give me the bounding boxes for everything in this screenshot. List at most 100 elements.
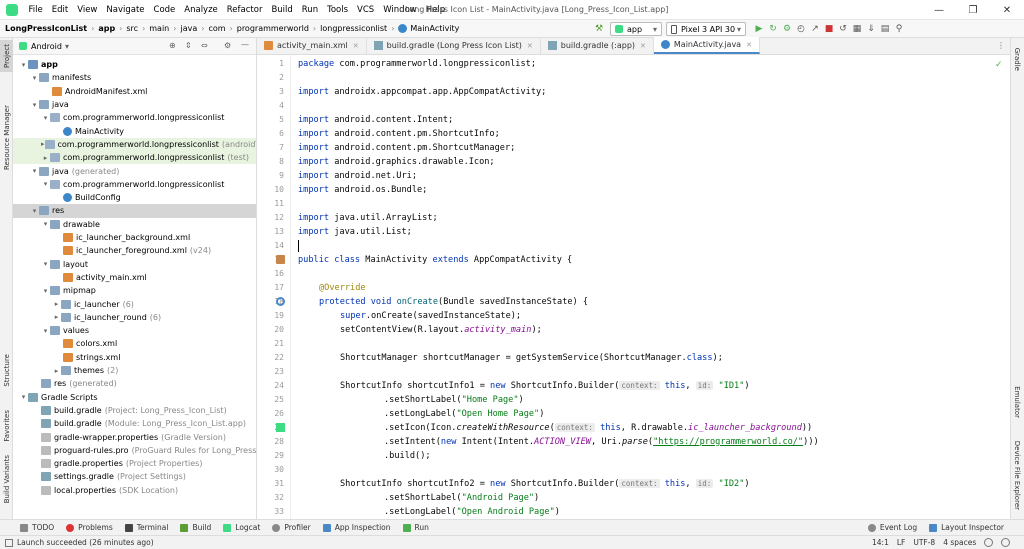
tree-item[interactable]: ▾ Gradle Scripts: [13, 391, 256, 404]
run-tool[interactable]: Run: [397, 523, 435, 532]
tree-item[interactable]: ▾ java: [13, 98, 256, 111]
lock-icon[interactable]: [984, 538, 994, 547]
inspector-face-icon[interactable]: [1001, 538, 1011, 547]
sync-icon[interactable]: ↺: [836, 22, 850, 36]
tree-item[interactable]: ▸ ic_launcher (6): [13, 297, 256, 310]
tree-item[interactable]: ▸ com.programmerworld.longpressiconlist (a…: [13, 137, 256, 152]
tree-item[interactable]: res (generated): [13, 377, 256, 390]
hammer-icon[interactable]: ⚒: [592, 22, 606, 36]
breadcrumb-mainactivity[interactable]: MainActivity: [395, 24, 462, 33]
color-swatch-icon[interactable]: [276, 423, 285, 432]
breadcrumb-programmerworld[interactable]: programmerworld: [234, 24, 312, 33]
debug-icon[interactable]: ⚙: [780, 22, 794, 36]
more-tabs-icon[interactable]: ⋮: [997, 41, 1005, 50]
menu-edit[interactable]: Edit: [47, 5, 72, 15]
panel-toggle-icon[interactable]: [5, 538, 13, 547]
tree-item[interactable]: build.gradle (Module: Long_Press_Icon_Lis…: [13, 417, 256, 430]
tab-build-gradle-app[interactable]: build.gradle (:app) ✕: [541, 37, 654, 54]
menu-view[interactable]: View: [73, 5, 102, 15]
override-gutter-icon[interactable]: [276, 297, 285, 306]
stop-icon[interactable]: ■: [822, 22, 836, 36]
app-inspection-tool[interactable]: App Inspection: [317, 523, 397, 532]
breadcrumb-com[interactable]: com: [205, 24, 228, 33]
menu-analyze[interactable]: Analyze: [180, 5, 223, 15]
tree-item[interactable]: ▾ app: [13, 58, 256, 71]
menu-run[interactable]: Run: [297, 5, 322, 15]
layout-inspector-tool[interactable]: Layout Inspector: [923, 523, 1010, 532]
close-tab-icon[interactable]: ✕: [527, 42, 533, 50]
apply-changes-icon[interactable]: ↻: [766, 22, 780, 36]
project-tool-tab[interactable]: Project: [0, 40, 13, 72]
tree-item[interactable]: settings.gradle (Project Settings): [13, 470, 256, 483]
breadcrumb-main[interactable]: main: [146, 24, 172, 33]
tree-item[interactable]: ic_launcher_foreground.xml (v24): [13, 244, 256, 257]
profile-icon[interactable]: ◴: [794, 22, 808, 36]
project-view-select[interactable]: Android: [31, 42, 62, 51]
expand-all-icon[interactable]: ⇕: [185, 41, 192, 50]
tree-item[interactable]: ▾ drawable: [13, 218, 256, 231]
device-file-explorer-tab[interactable]: Device File Explorer: [1011, 436, 1024, 514]
tree-item[interactable]: proguard-rules.pro (ProGuard Rules for Lo…: [13, 444, 256, 457]
status-message[interactable]: Launch succeeded (26 minutes ago): [17, 538, 154, 547]
tree-item[interactable]: build.gradle (Project: Long_Press_Icon_Li…: [13, 404, 256, 417]
terminal-tool[interactable]: Terminal: [119, 523, 175, 532]
restore-icon[interactable]: ❐: [956, 0, 990, 20]
file-encoding[interactable]: UTF-8: [913, 538, 935, 547]
tree-item-selected[interactable]: ▾ res: [13, 204, 256, 218]
chevron-down-icon[interactable]: ▾: [65, 42, 69, 51]
gradle-tab[interactable]: Gradle: [1011, 42, 1024, 76]
avd-manager-icon[interactable]: ▦: [850, 22, 864, 36]
tree-item[interactable]: local.properties (SDK Location): [13, 484, 256, 497]
menu-build[interactable]: Build: [267, 5, 297, 15]
tree-item[interactable]: gradle-wrapper.properties (Gradle Version…: [13, 430, 256, 443]
tree-item[interactable]: colors.xml: [13, 337, 256, 350]
sdk-manager-icon[interactable]: ⇓: [864, 22, 878, 36]
logcat-tool[interactable]: Logcat: [217, 523, 266, 532]
tree-item[interactable]: ▸ ic_launcher_round (6): [13, 311, 256, 324]
menu-vcs[interactable]: VCS: [353, 5, 379, 15]
build-tool[interactable]: Build: [174, 523, 217, 532]
tree-item[interactable]: MainActivity: [13, 125, 256, 138]
breadcrumb-app[interactable]: app: [95, 24, 118, 33]
tree-item[interactable]: ic_launcher_background.xml: [13, 231, 256, 244]
problems-tool[interactable]: Problems: [60, 523, 119, 532]
gear-icon[interactable]: ⚙: [224, 41, 231, 50]
menu-refactor[interactable]: Refactor: [222, 5, 267, 15]
close-tab-icon[interactable]: ✕: [640, 42, 646, 50]
collapse-all-icon[interactable]: ⇔: [201, 41, 208, 50]
layout-inspector-icon[interactable]: ▤: [878, 22, 892, 36]
menu-navigate[interactable]: Navigate: [102, 5, 149, 15]
tree-item[interactable]: ▾ manifests: [13, 71, 256, 84]
tree-item[interactable]: BuildConfig: [13, 191, 256, 204]
close-tab-icon[interactable]: ✕: [746, 41, 752, 49]
tree-item[interactable]: ▸ com.programmerworld.longpressiconlist (t…: [13, 151, 256, 165]
menu-file[interactable]: File: [24, 5, 47, 15]
tree-item[interactable]: strings.xml: [13, 351, 256, 364]
tree-item[interactable]: AndroidManifest.xml: [13, 85, 256, 98]
tree-item[interactable]: ▾ com.programmerworld.longpressiconlist: [13, 178, 256, 191]
locate-icon[interactable]: ⊕: [169, 41, 176, 50]
tree-item[interactable]: activity_main.xml: [13, 271, 256, 284]
breadcrumb-java[interactable]: java: [177, 24, 200, 33]
tree-item[interactable]: ▸ themes (2): [13, 364, 256, 377]
caret-position[interactable]: 14:1: [872, 538, 889, 547]
hide-icon[interactable]: —: [241, 40, 249, 49]
todo-tool[interactable]: TODO: [14, 523, 60, 532]
build-variants-tab[interactable]: Build Variants: [0, 454, 13, 504]
line-separator[interactable]: LF: [897, 538, 906, 547]
tree-item[interactable]: ▾ values: [13, 324, 256, 337]
search-icon[interactable]: ⚲: [892, 22, 906, 36]
checkmark-icon[interactable]: ✓: [995, 60, 1003, 70]
tab-mainactivity[interactable]: MainActivity.java ✕: [653, 37, 760, 54]
tree-item[interactable]: gradle.properties (Project Properties): [13, 457, 256, 470]
breadcrumb-project[interactable]: LongPressIconList: [0, 24, 90, 33]
tab-build-gradle-project[interactable]: build.gradle (Long Press Icon List) ✕: [367, 37, 541, 54]
resource-manager-tab[interactable]: Resource Manager: [0, 90, 13, 186]
tree-item[interactable]: ▾ java (generated): [13, 164, 256, 177]
favorites-tab[interactable]: Favorites: [0, 402, 13, 450]
run-config-select[interactable]: app ▾: [610, 22, 662, 36]
attach-debugger-icon[interactable]: ↗: [808, 22, 822, 36]
structure-tab[interactable]: Structure: [0, 350, 13, 390]
emulator-tab[interactable]: Emulator: [1011, 382, 1024, 422]
class-gutter-icon[interactable]: [276, 255, 285, 264]
